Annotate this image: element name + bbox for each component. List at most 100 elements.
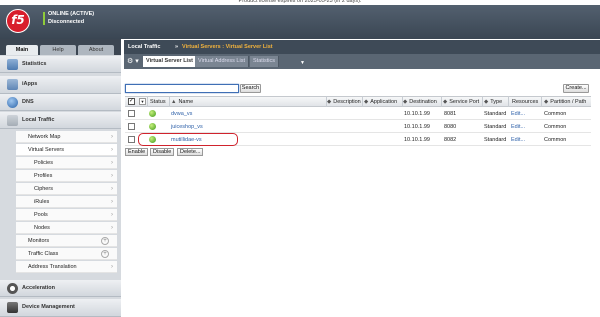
service-port-cell: 8080 <box>444 124 457 130</box>
status-available-icon <box>149 110 156 117</box>
type-cell: Standard <box>484 124 507 130</box>
virtual-server-name-link[interactable]: dvwa_vs <box>171 111 192 117</box>
nav-item-label: Traffic Class <box>28 251 59 257</box>
iapps-icon <box>7 79 18 90</box>
nav-section-statistics[interactable]: Statistics <box>0 56 121 73</box>
column-divider <box>508 96 509 107</box>
column-header-destination[interactable]: ◆ Destination <box>403 99 437 105</box>
table-row[interactable]: dvwa_vs 10.10.1.99 8081 Standard Edit...… <box>125 108 591 120</box>
device-management-icon <box>7 302 18 313</box>
nav-section-label: Acceleration <box>22 285 56 291</box>
resources-edit-link[interactable]: Edit... <box>511 124 525 130</box>
column-divider <box>482 96 483 107</box>
nav-section-label: iApps <box>22 81 38 87</box>
table-row[interactable]: juiceshop_vs 10.10.1.99 8080 Standard Ed… <box>125 121 591 133</box>
nav-item-network-map[interactable]: Network Map › <box>16 131 117 143</box>
nav-item-monitors[interactable]: Monitors + <box>16 235 117 247</box>
add-circle-icon[interactable]: + <box>101 237 109 245</box>
status-connection-text: Disconnected <box>48 19 85 25</box>
column-header-name[interactable]: ▲ Name <box>171 99 193 105</box>
column-header-type[interactable]: ◆ Type <box>484 99 502 105</box>
breadcrumb-separator: » <box>175 44 179 50</box>
nav-item-virtual-servers[interactable]: Virtual Servers › <box>16 144 117 156</box>
nav-item-label: Pools <box>34 212 48 218</box>
tab-help[interactable]: Help <box>40 45 76 55</box>
column-header-partition[interactable]: ◆ Partition / Path <box>544 99 586 105</box>
status-available-icon <box>149 123 156 130</box>
search-input[interactable] <box>125 84 239 93</box>
destination-cell: 10.10.1.99 <box>404 124 430 130</box>
nav-section-iapps[interactable]: iApps <box>0 76 121 94</box>
column-header-application[interactable]: ◆ Application <box>364 99 397 105</box>
chevron-right-icon: › <box>111 199 113 205</box>
column-divider <box>362 96 363 107</box>
add-circle-icon[interactable]: + <box>101 250 109 258</box>
nav-section-device-management[interactable]: Device Management <box>0 299 121 317</box>
destination-cell: 10.10.1.99 <box>404 111 430 117</box>
resources-edit-link[interactable]: Edit... <box>511 111 525 117</box>
virtual-server-name-link[interactable]: juiceshop_vs <box>171 124 203 130</box>
row-checkbox[interactable] <box>128 136 135 143</box>
nav-section-dns[interactable]: DNS <box>0 94 121 111</box>
tab-virtual-server-list[interactable]: Virtual Server List <box>143 56 197 67</box>
chevron-right-icon: › <box>111 264 113 270</box>
enable-button[interactable]: Enable <box>125 148 149 156</box>
nav-item-label: Virtual Servers <box>28 147 64 153</box>
highlight-annotation <box>138 133 238 146</box>
disable-button[interactable]: Disable <box>150 148 175 156</box>
nav-item-nodes[interactable]: Nodes › <box>16 222 117 234</box>
partition-cell: Common <box>544 111 567 117</box>
search-button[interactable]: Search <box>240 84 261 93</box>
nav-item-pools[interactable]: Pools › <box>16 209 117 221</box>
service-port-cell: 8082 <box>444 137 457 143</box>
nav-item-ciphers[interactable]: Ciphers › <box>16 183 117 195</box>
status-indicator <box>43 12 45 25</box>
resources-edit-link[interactable]: Edit... <box>511 137 525 143</box>
nav-item-traffic-class[interactable]: Traffic Class + <box>16 248 117 260</box>
nav-section-label: Device Management <box>22 304 75 310</box>
nav-item-policies[interactable]: Policies › <box>16 157 117 169</box>
destination-cell: 10.10.1.99 <box>404 137 430 143</box>
nav-item-label: Policies <box>34 160 53 166</box>
row-checkbox[interactable] <box>128 110 135 117</box>
column-header-resources: Resources <box>512 99 539 105</box>
nav-item-address-translation[interactable]: Address Translation › <box>16 261 117 273</box>
column-header-description-label: Description <box>333 99 361 105</box>
chevron-down-icon[interactable]: ▼ <box>300 60 305 66</box>
header-bar: f5 ONLINE (ACTIVE) Disconnected <box>0 5 600 39</box>
chevron-right-icon: › <box>111 173 113 179</box>
sort-ascending-icon: ▲ <box>171 99 177 105</box>
column-divider <box>169 96 170 107</box>
nav-item-label: Network Map <box>28 134 61 140</box>
nav-section-local-traffic[interactable]: Local Traffic <box>0 112 121 129</box>
nav-item-label: Ciphers <box>34 186 53 192</box>
nav-item-profiles[interactable]: Profiles › <box>16 170 117 182</box>
tab-statistics[interactable]: Statistics <box>250 56 280 67</box>
create-button[interactable]: Create... <box>563 84 589 93</box>
column-header-description[interactable]: ◆ Description <box>327 99 361 105</box>
column-header-service-port[interactable]: ◆ Service Port <box>443 99 479 105</box>
partition-cell: Common <box>544 137 567 143</box>
select-all-checkbox[interactable]: ✓ <box>128 98 135 105</box>
status-online-text: ONLINE (ACTIVE) <box>48 11 95 17</box>
row-checkbox[interactable] <box>128 123 135 130</box>
local-traffic-icon <box>7 115 18 126</box>
nav-item-irules[interactable]: iRules › <box>16 196 117 208</box>
type-cell: Standard <box>484 111 507 117</box>
tab-about[interactable]: About <box>78 45 114 55</box>
tab-virtual-address-list[interactable]: Virtual Address List <box>195 56 249 67</box>
nav-section-acceleration[interactable]: Acceleration <box>0 280 121 297</box>
column-header-partition-label: Partition / Path <box>550 99 587 105</box>
sort-icon: ◆ <box>364 99 369 105</box>
gear-icon[interactable]: ⚙ ▾ <box>127 56 140 67</box>
f5-big-ip-window: { "banner": {"text": "Product license ex… <box>0 0 600 317</box>
sort-icon: ◆ <box>443 99 448 105</box>
tab-main[interactable]: Main <box>6 45 38 55</box>
delete-button[interactable]: Delete... <box>177 148 204 156</box>
chevron-down-icon[interactable]: ▼ <box>139 98 146 105</box>
column-header-status[interactable]: Status <box>150 99 166 105</box>
column-header-application-label: Application <box>370 99 398 105</box>
sort-icon: ◆ <box>544 99 549 105</box>
statistics-icon <box>7 59 18 70</box>
breadcrumb-part-1[interactable]: Local Traffic <box>128 44 160 50</box>
